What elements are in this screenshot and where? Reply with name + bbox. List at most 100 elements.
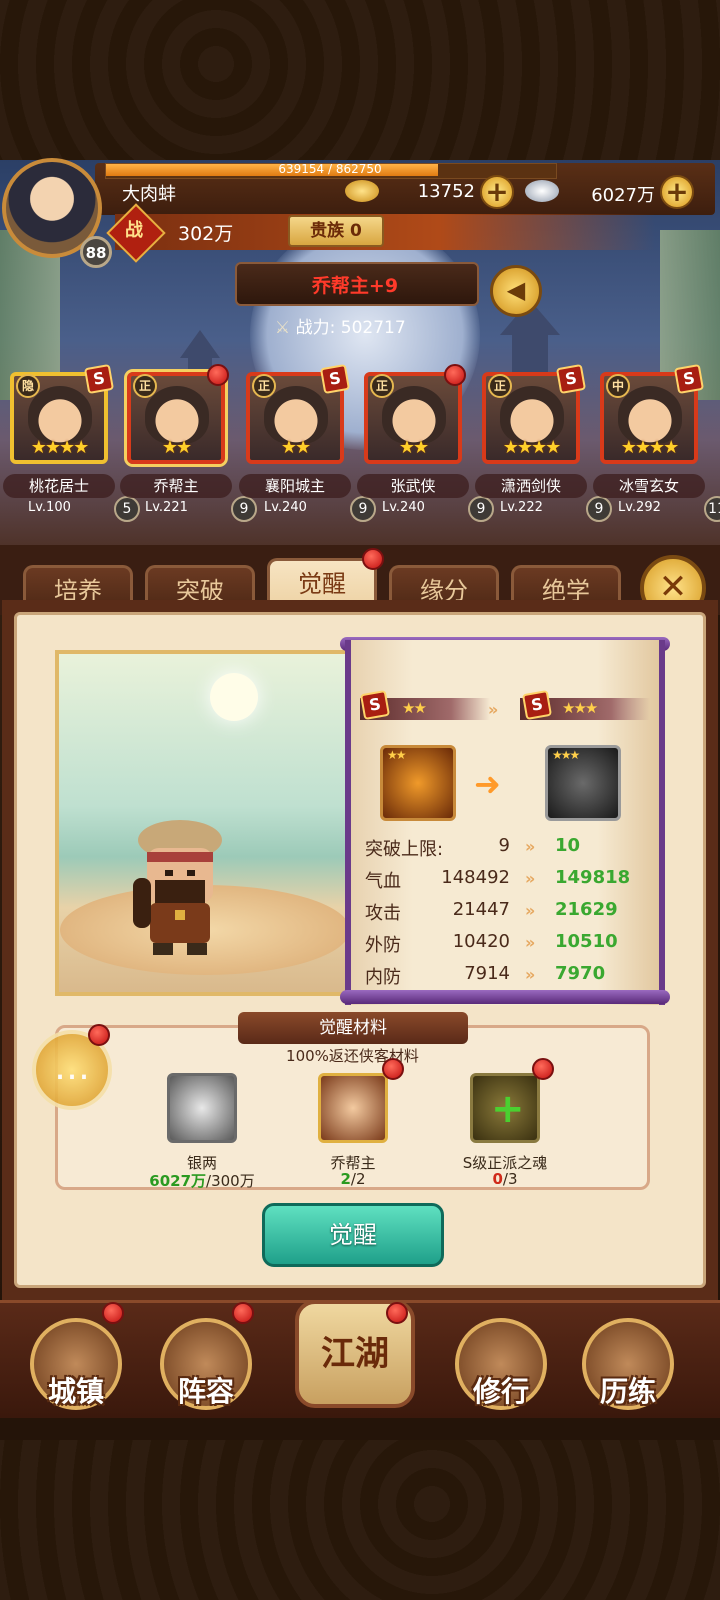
hero-name: 张武侠 [357,474,469,498]
top-decoration [0,0,720,160]
nav-town-label: 城镇 [47,1375,104,1408]
vip-label: 贵族 [310,221,345,241]
hero-break-count: 9 [586,496,612,522]
hero-faction-badge: 隐 [16,374,40,398]
hero-character [133,820,222,955]
hero-level-text: Lv.240 [264,500,307,515]
hero-level: Lv.221 9 [145,496,257,522]
hero-name: 乔帮主 [120,474,232,498]
material-silver-need: /300万 [206,1172,255,1190]
stat-current: 7914 [464,963,510,984]
hero-stars: ★★ [398,437,429,458]
stat-next: 149818 [555,867,631,888]
hero-level: Lv.240 9 [382,496,494,522]
next-awaken-icon[interactable]: ★★★ [545,745,621,821]
hero-stars: ★★ [280,437,311,458]
material-silver-icon[interactable] [167,1073,237,1143]
next-stars-text: ★★★ [562,699,598,717]
silver-ingot-icon [525,180,559,202]
chat-bubble-icon: … [54,1047,90,1088]
hero-faction-badge: 正 [252,374,276,398]
hero-level: Lv.240 9 [264,496,376,522]
stat-arrow-icon: » [525,837,536,856]
add-gold-button[interactable]: + [480,175,514,209]
player-level-badge: 88 [80,236,112,268]
hero-name: 桃花居士 [3,474,115,498]
vip-badge[interactable]: 贵族 0 [288,215,384,247]
materials-subtitle: 100%返还侠客材料 [286,1047,419,1065]
nav-cultivate-label: 修行 [472,1375,529,1408]
nav-jianghu-notification-dot [386,1302,408,1324]
nav-town-notification-dot [102,1302,124,1324]
add-silver-button[interactable]: + [660,175,694,209]
stat-current: 9 [498,835,510,856]
material-hero-icon[interactable] [318,1073,388,1143]
hero-grade-badge: S [83,363,115,395]
vip-level: 0 [350,221,362,241]
arrow-right-icon: ➜ [474,765,501,803]
hero-faction-badge: 正 [488,374,512,398]
scroll-rod-bottom [340,990,670,1004]
awaken-button[interactable]: 觉醒 [262,1203,444,1267]
nav-lineup-notification-dot [232,1302,254,1324]
hero-level-text: Lv.221 [145,500,188,515]
material-soul-need: /3 [502,1170,518,1188]
exp-text: 639154 / 862750 [278,162,382,176]
material-silver-have: 6027万 [149,1172,207,1190]
material-soul-count: 0/3 [435,1170,575,1188]
material-soul-icon[interactable]: + [470,1073,540,1143]
hero-level-text: Lv.222 [500,500,543,515]
current-stars: ★★ [402,698,482,720]
player-power: 302万 [178,223,234,245]
combat-power: ⚔ 战力: 502717 [275,313,406,338]
hero-stars: ★★★★ [620,437,680,458]
hero-stars: ★★★★ [30,437,90,458]
current-awaken-icon[interactable]: ★★ [380,745,456,821]
current-grade-badge: S [359,689,391,721]
hero-portrait [28,386,92,444]
material-soul-have: 0 [492,1170,503,1188]
material-hero-notification-dot [382,1058,404,1080]
hero-grade-badge: S [555,363,587,395]
stat-next: 10510 [555,931,618,952]
hero-break-count: 9 [231,496,257,522]
stat-next: 10 [555,835,581,856]
hero-portrait [382,386,446,444]
hero-name: 冰雪玄女 [593,474,705,498]
silver-amount: 6027万 [591,185,655,206]
selected-hero-title: 乔帮主+9 [311,275,399,297]
current-awaken-icon-stars: ★★ [387,748,406,762]
crossed-swords-icon: ⚔ [275,318,291,338]
stat-label: 外防 [365,935,401,956]
stat-arrow-icon: » [525,965,536,984]
materials-title: 觉醒材料 [238,1012,468,1044]
gold-amount: 13752 [417,181,475,202]
stat-current: 21447 [452,899,510,920]
hero-portrait [145,386,209,444]
hero-notification-dot [444,364,466,386]
hero-faction-badge: 中 [606,374,630,398]
hero-level: Lv.100 5 [28,496,140,522]
combat-label: 战力: [295,318,336,338]
next-grade-badge: S [521,689,553,721]
hero-stars: ★★ [161,437,192,458]
hero-grade-badge: S [319,363,351,395]
material-hero-have: 2 [340,1170,351,1188]
hero-grade-badge: S [673,363,705,395]
nav-lineup-label: 阵容 [177,1375,234,1408]
speaker-icon: ◀ [506,276,526,304]
stat-next: 7970 [555,963,606,984]
hero-notification-dot [207,364,229,386]
hero-portrait [264,386,328,444]
stat-label: 攻击 [365,903,401,924]
stat-next: 21629 [555,899,618,920]
voice-button[interactable]: ◀ [490,265,542,317]
hero-name: 襄阳城主 [239,474,351,498]
hero-break-count: 5 [114,496,140,522]
bottom-decoration [0,1440,720,1600]
player-name: 大肉蚌 [122,184,176,205]
hero-portrait [618,386,682,444]
battle-emblem-label: 战 [125,220,143,241]
hero-break-count: 9 [468,496,494,522]
hero-faction-badge: 正 [370,374,394,398]
